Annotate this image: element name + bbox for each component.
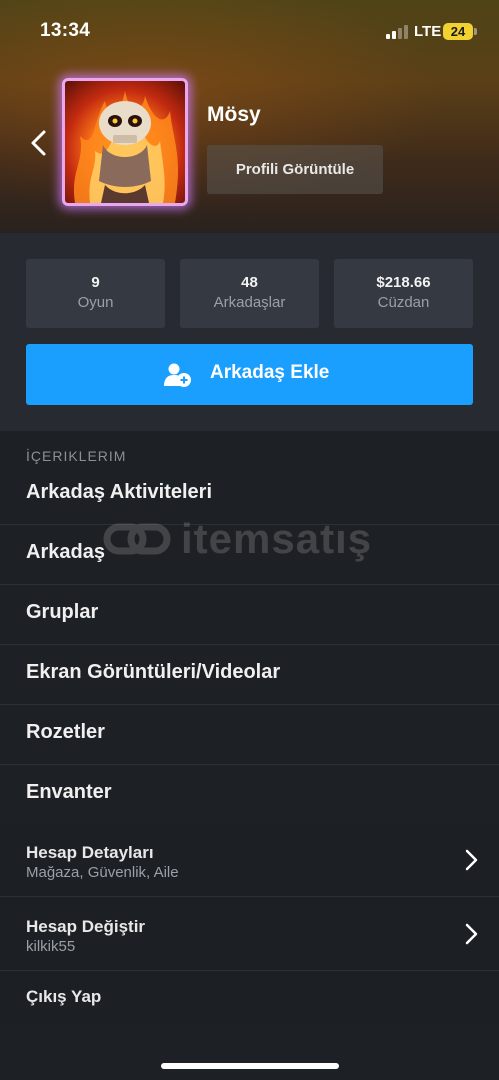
section-title: İÇERIKLERIM — [26, 448, 127, 464]
stat-value: $218.66 — [376, 274, 431, 291]
menu-item-label: Arkadaş Aktiviteleri — [26, 481, 213, 503]
menu-item-label: Ekran Görüntüleri/Videolar — [26, 661, 281, 683]
stat-label: Oyun — [77, 294, 114, 311]
menu-item-label: Envanter — [26, 781, 112, 803]
menu-item-label: Arkadaş — [26, 541, 105, 563]
stat-label: Cüzdan — [377, 294, 430, 311]
stat-games[interactable]: 9 Oyun — [26, 259, 165, 328]
switch-account-title: Hesap Değiştir — [26, 917, 146, 936]
menu-item-groups[interactable]: Gruplar — [0, 585, 499, 645]
avatar[interactable] — [62, 78, 188, 206]
view-profile-button[interactable]: Profili Görüntüle — [207, 145, 383, 194]
add-friend-button[interactable]: Arkadaş Ekle — [26, 344, 473, 405]
chevron-left-icon — [31, 130, 46, 156]
account-details-subtitle: Mağaza, Güvenlik, Aile — [26, 864, 179, 881]
stats-area: 9 Oyun 48 Arkadaşlar $218.66 Cüzdan Arka… — [0, 233, 499, 431]
watermark-logo-icon — [103, 523, 171, 555]
menu-item-badges[interactable]: Rozetler — [0, 705, 499, 765]
stat-friends[interactable]: 48 Arkadaşlar — [180, 259, 319, 328]
username: Mösy — [207, 103, 261, 126]
status-time: 13:34 — [40, 20, 91, 41]
menu-item-label: Gruplar — [26, 601, 99, 623]
back-button[interactable] — [26, 128, 52, 158]
add-friend-label: Arkadaş Ekle — [210, 362, 330, 383]
switch-account-subtitle: kilkik55 — [26, 938, 76, 955]
add-user-icon — [164, 363, 191, 387]
battery-tip — [474, 28, 477, 35]
stat-value: 9 — [91, 274, 100, 291]
status-bar: 13:34 LTE 24 — [0, 0, 499, 60]
account-details-title: Hesap Detayları — [26, 843, 154, 862]
stat-value: 48 — [241, 274, 258, 291]
watermark: itemsatış — [103, 515, 403, 565]
logout-button[interactable]: Çıkış Yap — [26, 987, 101, 1007]
chevron-right-icon — [465, 923, 478, 945]
menu-item-inventory[interactable]: Envanter — [0, 765, 499, 825]
account-details-row[interactable]: Hesap Detayları Mağaza, Güvenlik, Aile — [0, 824, 499, 897]
network-label: LTE — [414, 23, 442, 40]
signal-icon — [386, 25, 410, 39]
stat-wallet[interactable]: $218.66 Cüzdan — [334, 259, 473, 328]
menu-item-screenshots-videos[interactable]: Ekran Görüntüleri/Videolar — [0, 645, 499, 705]
watermark-text: itemsatış — [181, 515, 373, 562]
chevron-right-icon — [465, 849, 478, 871]
stat-label: Arkadaşlar — [213, 294, 286, 311]
flaming-skull-avatar-icon — [73, 91, 179, 203]
switch-account-row[interactable]: Hesap Değiştir kilkik55 — [0, 898, 499, 971]
battery-icon: 24 — [443, 23, 473, 40]
home-indicator[interactable] — [161, 1063, 339, 1069]
menu-item-label: Rozetler — [26, 721, 105, 743]
